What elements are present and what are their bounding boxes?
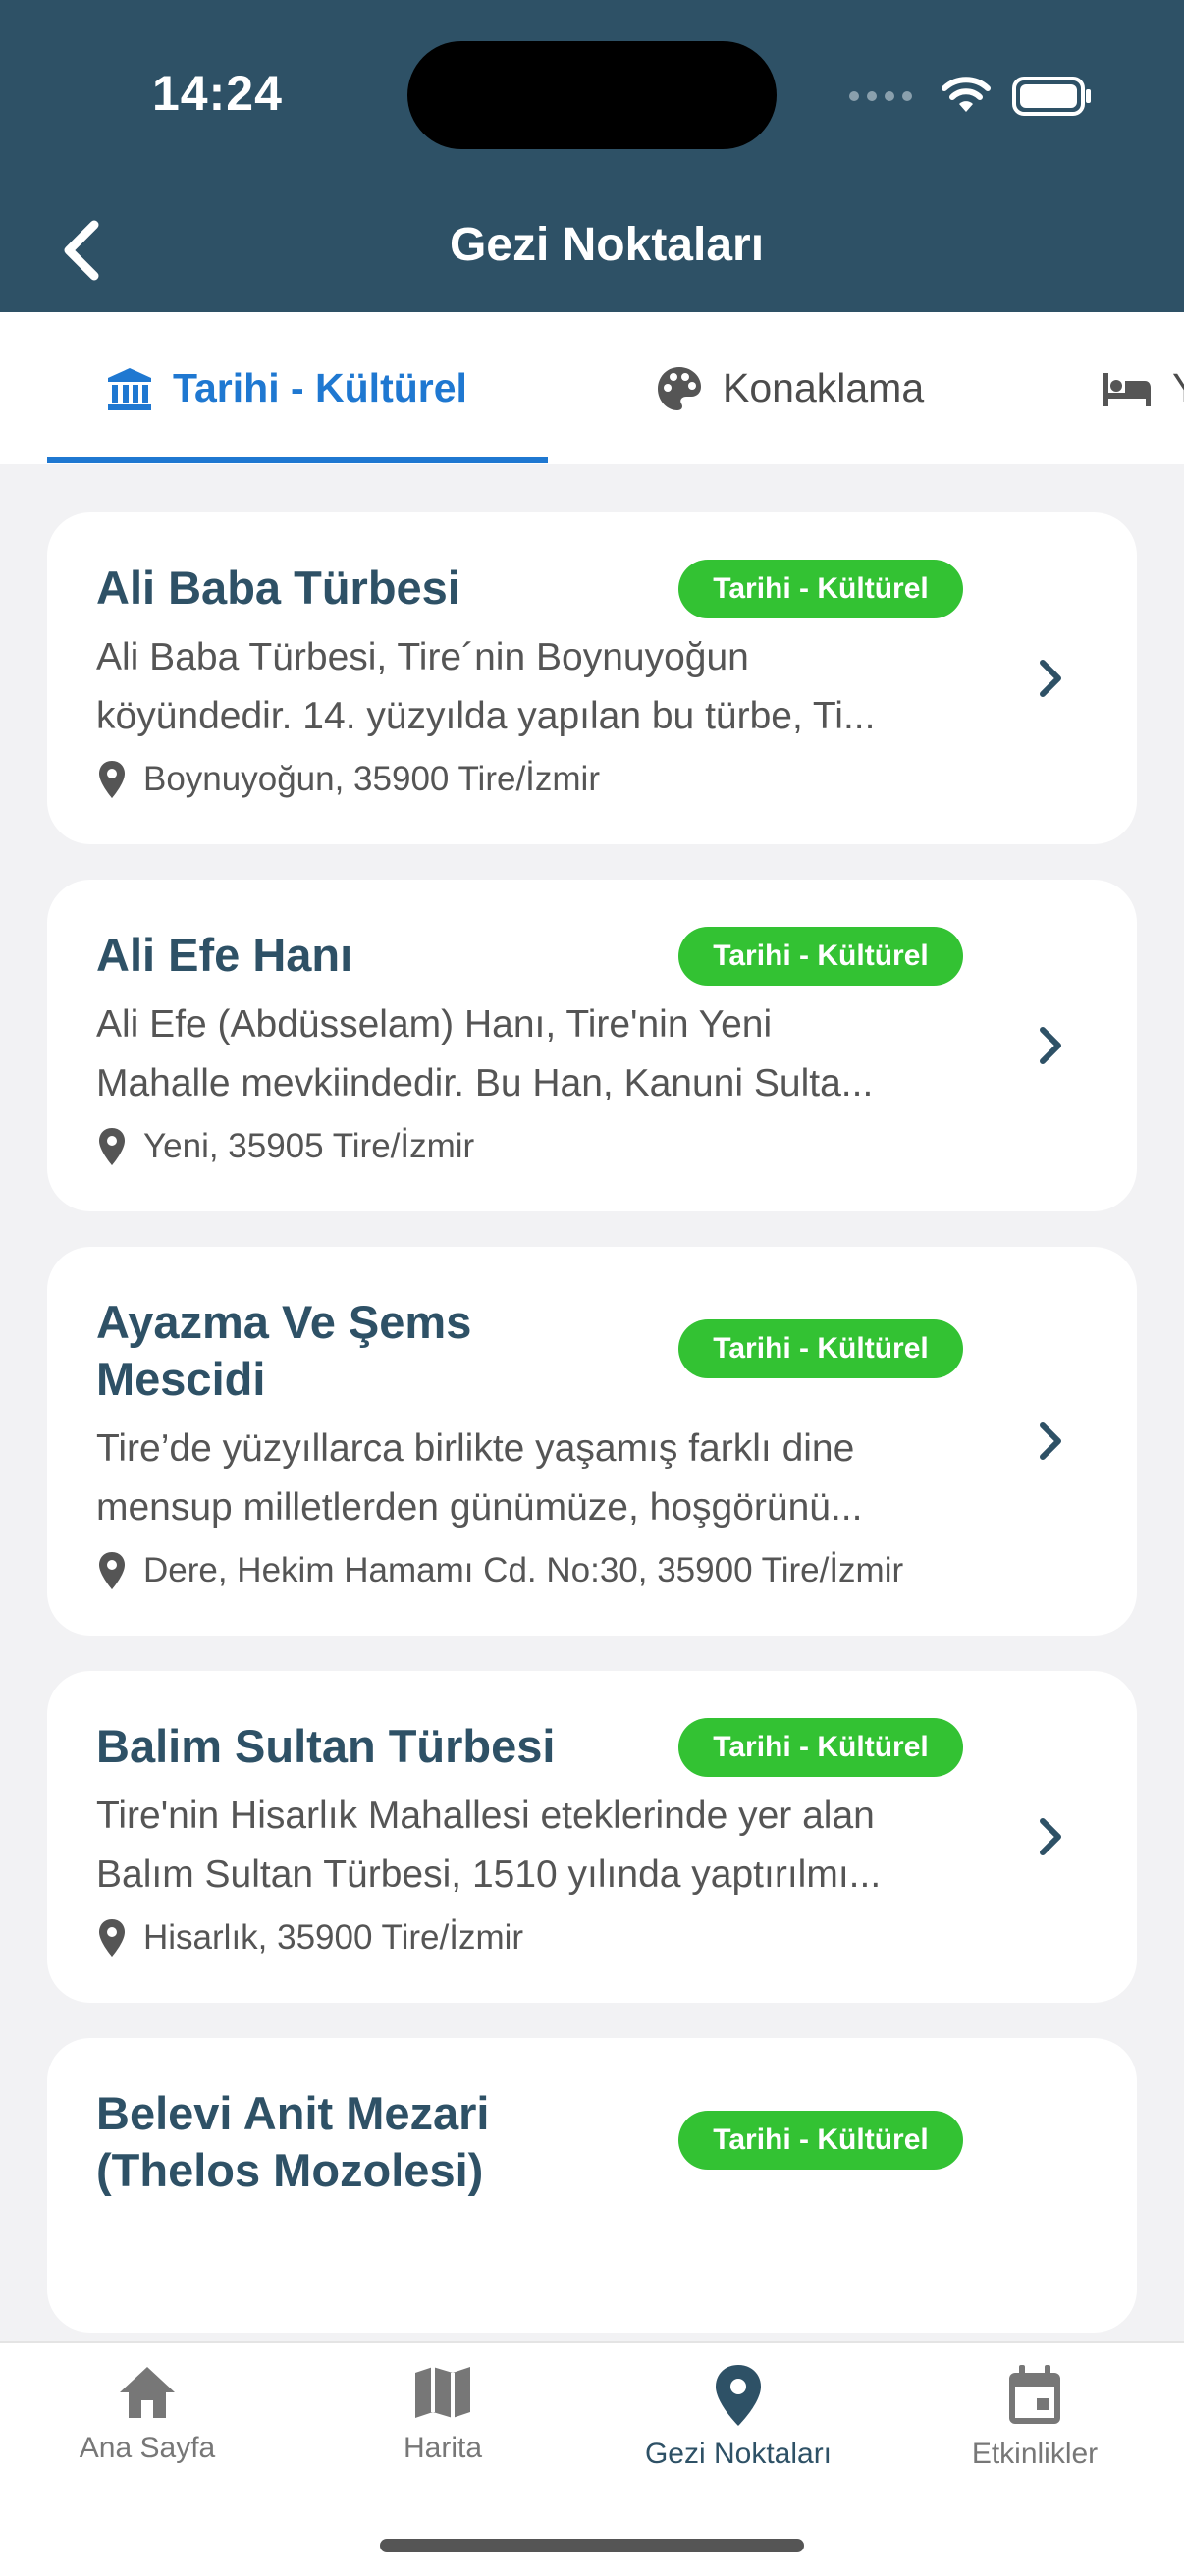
place-title: Ayazma Ve Şems Mescidi: [96, 1296, 472, 1405]
address-text: Yeni, 35905 Tire/İzmir: [143, 1127, 475, 1165]
bed-icon: [1102, 369, 1153, 408]
nav-harita[interactable]: Harita: [296, 2363, 590, 2465]
category-badge: Tarihi - Kültürel: [678, 560, 963, 618]
place-address: Boynuyoğun, 35900 Tire/İzmir: [96, 760, 960, 799]
map-icon: [415, 2367, 470, 2418]
description-line: Ali Efe (Abdüsselam) Hanı, Tire'nin Yeni: [96, 1003, 773, 1046]
category-badge: Tarihi - Kültürel: [678, 1319, 963, 1378]
category-badge: Tarihi - Kültürel: [678, 2111, 963, 2170]
home-icon: [120, 2367, 175, 2418]
chevron-right-icon: [1037, 1420, 1064, 1463]
chevron-right-icon: [1037, 657, 1064, 700]
location-pin-icon: [716, 2365, 761, 2426]
tab-partial[interactable]: Y: [1102, 312, 1184, 464]
place-description: Tire'nin Hisarlık Mahallesi eteklerinde …: [96, 1787, 960, 1905]
category-badge: Tarihi - Kültürel: [678, 1718, 963, 1777]
description-line: köyündedir. 14. yüzyılda yapılan bu türb…: [96, 695, 876, 737]
description-line: Tire'nin Hisarlık Mahallesi eteklerinde …: [96, 1795, 875, 1837]
nav-label: Etkinlikler: [971, 2438, 1099, 2470]
place-card[interactable]: Balim Sultan Türbesi Tarihi - Kültürel T…: [47, 1671, 1137, 2003]
tab-label: Konaklama: [723, 365, 925, 410]
calendar-icon: [1009, 2365, 1060, 2424]
description-line: mensup milletlerden günümüze, hoşgörünü.…: [96, 1486, 863, 1529]
tab-tarihi-kulturel[interactable]: Tarihi - Kültürel: [106, 312, 467, 464]
nav-label: Ana Sayfa: [79, 2432, 216, 2464]
place-address: Dere, Hekim Hamamı Cd. No:30, 35900 Tire…: [96, 1551, 960, 1590]
nav-etkinlikler[interactable]: Etkinlikler: [888, 2363, 1182, 2471]
description-line: Mahalle mevkiindedir. Bu Han, Kanuni Sul…: [96, 1062, 874, 1104]
tab-konaklama[interactable]: Konaklama: [656, 312, 924, 464]
place-title: Belevi Anit Mezari (Thelos Mozolesi): [96, 2087, 490, 2196]
place-address: Yeni, 35905 Tire/İzmir: [96, 1127, 960, 1166]
place-title: Ali Baba Türbesi: [96, 562, 460, 614]
cellular-signal-icon: [849, 91, 912, 101]
battery-icon: [1012, 77, 1091, 116]
museum-icon: [106, 366, 153, 411]
address-text: Hisarlık, 35900 Tire/İzmir: [143, 1918, 524, 1957]
tab-label: Y: [1172, 365, 1184, 411]
description-line: Ali Baba Türbesi, Tire´nin Boynuyoğun: [96, 636, 749, 678]
location-pin-icon: [98, 1918, 126, 1958]
app-header: 14:24 Gezi Noktaları: [0, 0, 1184, 312]
dynamic-island: [407, 41, 777, 149]
description-line: Tire’de yüzyıllarca birlikte yaşamış far…: [96, 1427, 855, 1470]
nav-label: Harita: [403, 2432, 483, 2464]
home-indicator: [380, 2539, 804, 2552]
category-badge: Tarihi - Kültürel: [678, 927, 963, 986]
chevron-right-icon: [1037, 1024, 1064, 1067]
category-tabs: Tarihi - Kültürel Konaklama Y: [0, 312, 1184, 464]
place-title: Ali Efe Hanı: [96, 929, 353, 981]
location-pin-icon: [98, 760, 126, 799]
place-description: Tire’de yüzyıllarca birlikte yaşamış far…: [96, 1420, 960, 1537]
location-pin-icon: [98, 1127, 126, 1166]
active-tab-indicator: [47, 457, 548, 463]
place-address: Hisarlık, 35900 Tire/İzmir: [96, 1918, 960, 1958]
place-card[interactable]: Ali Efe Hanı Tarihi - Kültürel Ali Efe (…: [47, 880, 1137, 1211]
nav-ana-sayfa[interactable]: Ana Sayfa: [0, 2363, 295, 2465]
status-icons: [849, 67, 1093, 126]
address-text: Boynuyoğun, 35900 Tire/İzmir: [143, 760, 600, 798]
wifi-icon: [942, 77, 991, 112]
page-title: Gezi Noktaları: [449, 219, 765, 271]
address-text: Dere, Hekim Hamamı Cd. No:30, 35900 Tire…: [143, 1551, 904, 1589]
place-title: Balim Sultan Türbesi: [96, 1720, 556, 1772]
tab-label: Tarihi - Kültürel: [173, 365, 467, 410]
place-description: Ali Baba Türbesi, Tire´nin Boynuyoğun kö…: [96, 628, 960, 746]
place-card[interactable]: Ayazma Ve Şems Mescidi Tarihi - Kültürel…: [47, 1247, 1137, 1636]
status-time: 14:24: [152, 66, 283, 121]
palette-icon: [656, 365, 703, 412]
place-card[interactable]: Belevi Anit Mezari (Thelos Mozolesi) Tar…: [47, 2038, 1137, 2333]
chevron-right-icon: [1037, 1815, 1064, 1858]
places-list: Ali Baba Türbesi Tarihi - Kültürel Ali B…: [47, 512, 1137, 2338]
place-card[interactable]: Ali Baba Türbesi Tarihi - Kültürel Ali B…: [47, 512, 1137, 844]
description-line: Balım Sultan Türbesi, 1510 yılında yaptı…: [96, 1853, 882, 1896]
nav-label: Gezi Noktaları: [644, 2438, 833, 2470]
nav-gezi-noktalari[interactable]: Gezi Noktaları: [591, 2363, 886, 2471]
place-description: Ali Efe (Abdüsselam) Hanı, Tire'nin Yeni…: [96, 995, 960, 1113]
location-pin-icon: [98, 1551, 126, 1590]
